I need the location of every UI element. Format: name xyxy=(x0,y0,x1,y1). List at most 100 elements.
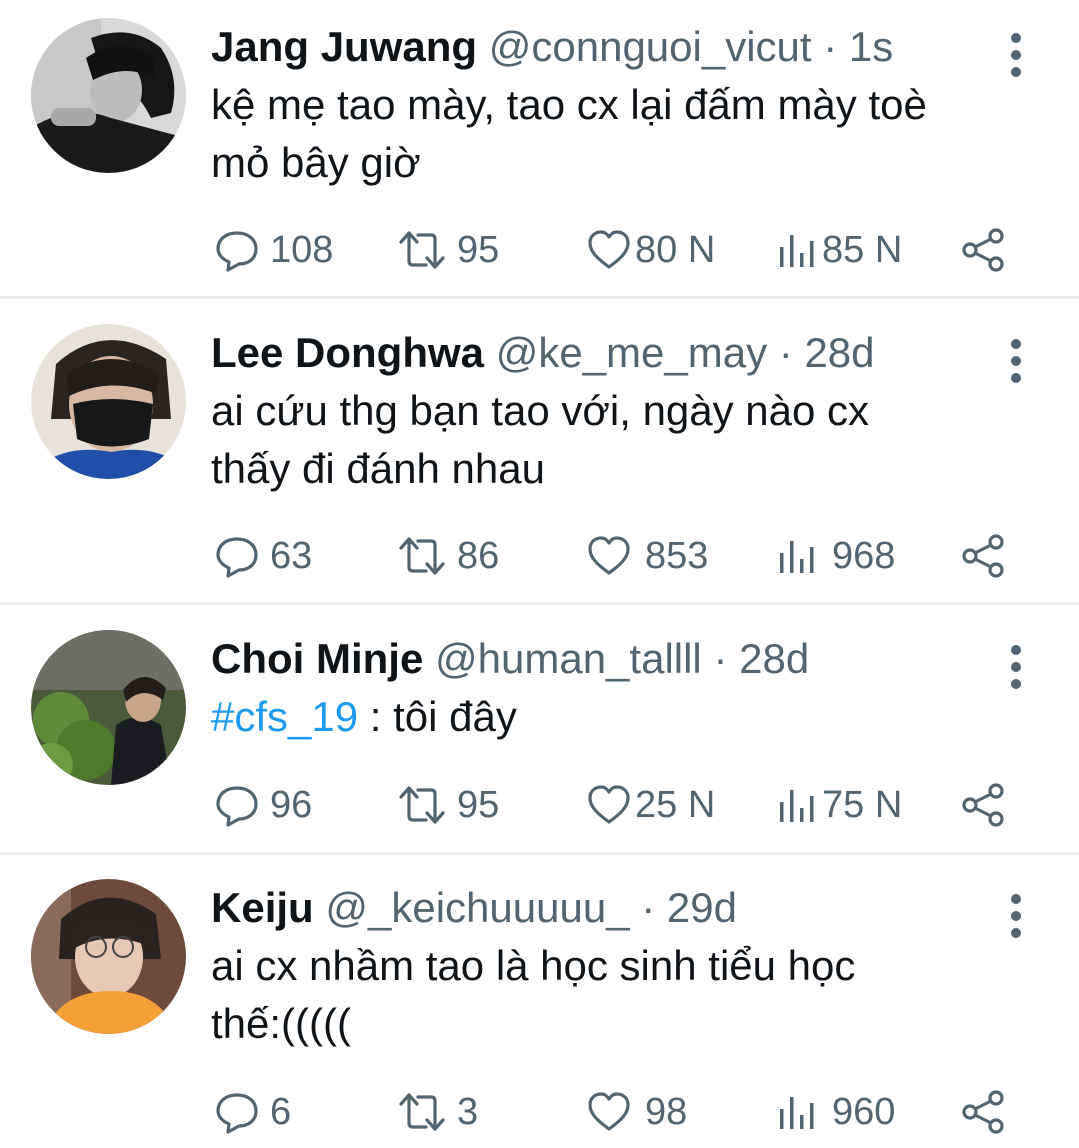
retweet-count: 95 xyxy=(457,784,500,826)
like-button[interactable]: 80 N xyxy=(585,225,715,275)
vertical-dots-icon xyxy=(1011,645,1021,689)
display-name[interactable]: Choi Minje xyxy=(211,635,423,682)
reply-button[interactable]: 96 xyxy=(214,780,312,830)
more-options-button[interactable] xyxy=(1003,30,1029,80)
view-count: 968 xyxy=(832,535,896,577)
separator-dot: · xyxy=(823,23,838,70)
retweet-count: 86 xyxy=(457,535,500,577)
tweet-text-segment: : tôi đây xyxy=(358,693,517,740)
share-nodes-icon xyxy=(962,228,1004,272)
share-nodes-icon xyxy=(962,534,1004,578)
vertical-dots-icon xyxy=(1011,339,1021,383)
view-count: 75 N xyxy=(822,784,903,826)
retweet-arrows-icon xyxy=(399,231,445,269)
heart-icon xyxy=(588,1092,630,1131)
tweet-header: Keiju @_keichuuuuu_ · 29d xyxy=(211,879,737,937)
retweet-arrows-icon xyxy=(399,786,445,824)
tweet-text-line: thế:((((( xyxy=(211,1000,351,1047)
tweet-actions: 96 95 25 N 75 N xyxy=(211,780,1031,830)
user-handle[interactable]: @human_tallll xyxy=(435,635,702,682)
comment-bubble-icon xyxy=(216,786,258,827)
retweet-arrows-icon xyxy=(399,1093,445,1131)
views-button[interactable]: 960 xyxy=(776,1087,895,1137)
share-button[interactable] xyxy=(961,782,1007,833)
tweet-card[interactable]: Keiju @_keichuuuuu_ · 29d ai cx nhầm tao… xyxy=(0,879,1079,1148)
user-handle[interactable]: @_keichuuuuu_ xyxy=(325,884,629,931)
more-options-button[interactable] xyxy=(1003,891,1029,941)
retweet-button[interactable]: 95 xyxy=(397,780,499,830)
reply-button[interactable]: 63 xyxy=(214,531,312,581)
avatar[interactable] xyxy=(31,18,186,173)
vertical-dots-icon xyxy=(1011,33,1021,77)
views-button[interactable]: 968 xyxy=(776,531,895,581)
tweet-actions: 63 86 853 968 xyxy=(211,531,1031,581)
like-button[interactable]: 98 xyxy=(585,1087,687,1137)
tweet-text: ai cứu thg bạn tao với, ngày nào cx thấy… xyxy=(211,382,1051,498)
tweet-header: Jang Juwang @connguoi_vicut · 1s xyxy=(211,18,893,76)
retweet-button[interactable]: 3 xyxy=(397,1087,478,1137)
separator-dot: · xyxy=(641,884,656,931)
share-button[interactable] xyxy=(961,1089,1007,1140)
display-name[interactable]: Jang Juwang xyxy=(211,23,477,70)
divider xyxy=(0,296,1079,299)
tweet-header: Lee Donghwa @ke_me_may · 28d xyxy=(211,324,875,382)
more-options-button[interactable] xyxy=(1003,336,1029,386)
like-button[interactable]: 853 xyxy=(585,531,708,581)
display-name[interactable]: Keiju xyxy=(211,884,314,931)
heart-icon xyxy=(588,785,630,824)
retweet-arrows-icon xyxy=(399,537,445,575)
view-count: 960 xyxy=(832,1091,896,1133)
avatar[interactable] xyxy=(31,630,186,785)
more-options-button[interactable] xyxy=(1003,642,1029,692)
separator-dot: · xyxy=(713,635,728,682)
reply-button[interactable]: 6 xyxy=(214,1087,291,1137)
tweet-feed: Jang Juwang @connguoi_vicut · 1s kệ mẹ t… xyxy=(0,0,1079,1148)
retweet-button[interactable]: 95 xyxy=(397,225,499,275)
tweet-actions: 108 95 80 N 85 N xyxy=(211,225,1031,275)
tweet-card[interactable]: Lee Donghwa @ke_me_may · 28d ai cứu thg … xyxy=(0,324,1079,604)
retweet-count: 3 xyxy=(457,1091,479,1133)
user-handle[interactable]: @ke_me_may xyxy=(496,329,767,376)
user-handle[interactable]: @connguoi_vicut xyxy=(489,23,812,70)
bar-chart-icon xyxy=(780,1097,814,1129)
bar-chart-icon xyxy=(780,235,814,267)
view-count: 85 N xyxy=(822,229,903,271)
reply-count: 108 xyxy=(270,229,334,271)
timestamp[interactable]: 28d xyxy=(739,635,809,682)
reply-button[interactable]: 108 xyxy=(214,225,333,275)
views-button[interactable]: 85 N xyxy=(776,225,902,275)
avatar[interactable] xyxy=(31,324,186,479)
share-button[interactable] xyxy=(961,533,1007,584)
heart-icon xyxy=(588,230,630,269)
divider xyxy=(0,852,1079,855)
like-button[interactable]: 25 N xyxy=(585,780,715,830)
display-name[interactable]: Lee Donghwa xyxy=(211,329,484,376)
tweet-text-line: ai cứu thg bạn tao với, ngày nào cx xyxy=(211,387,870,434)
views-button[interactable]: 75 N xyxy=(776,780,902,830)
tweet-header: Choi Minje @human_tallll · 28d xyxy=(211,630,809,688)
timestamp[interactable]: 1s xyxy=(849,23,893,70)
timestamp[interactable]: 29d xyxy=(667,884,737,931)
bar-chart-icon xyxy=(780,790,814,822)
hashtag-link[interactable]: #cfs_19 xyxy=(211,693,358,740)
avatar[interactable] xyxy=(31,879,186,1034)
tweet-text-line: #cfs_19 : tôi đây xyxy=(211,688,1051,746)
tweet-card[interactable]: Choi Minje @human_tallll · 28d #cfs_19 :… xyxy=(0,630,1079,852)
tweet-text-line: thấy đi đánh nhau xyxy=(211,445,545,492)
retweet-button[interactable]: 86 xyxy=(397,531,499,581)
tweet-text: kệ mẹ tao mày, tao cx lại đấm mày toè mỏ… xyxy=(211,76,1051,192)
like-count: 98 xyxy=(645,1091,688,1133)
tweet-text-line: kệ mẹ tao mày, tao cx lại đấm mày toè xyxy=(211,81,927,128)
share-nodes-icon xyxy=(962,783,1004,827)
reply-count: 96 xyxy=(270,784,313,826)
timestamp[interactable]: 28d xyxy=(804,329,874,376)
tweet-text-line: mỏ bây giờ xyxy=(211,139,421,186)
comment-bubble-icon xyxy=(216,537,258,578)
tweet-text-line: ai cx nhầm tao là học sinh tiểu học xyxy=(211,942,856,989)
tweet-card[interactable]: Jang Juwang @connguoi_vicut · 1s kệ mẹ t… xyxy=(0,18,1079,298)
like-count: 80 N xyxy=(635,229,716,271)
comment-bubble-icon xyxy=(216,231,258,272)
tweet-actions: 6 3 98 960 xyxy=(211,1087,1031,1137)
share-button[interactable] xyxy=(961,227,1007,278)
reply-count: 6 xyxy=(270,1091,292,1133)
